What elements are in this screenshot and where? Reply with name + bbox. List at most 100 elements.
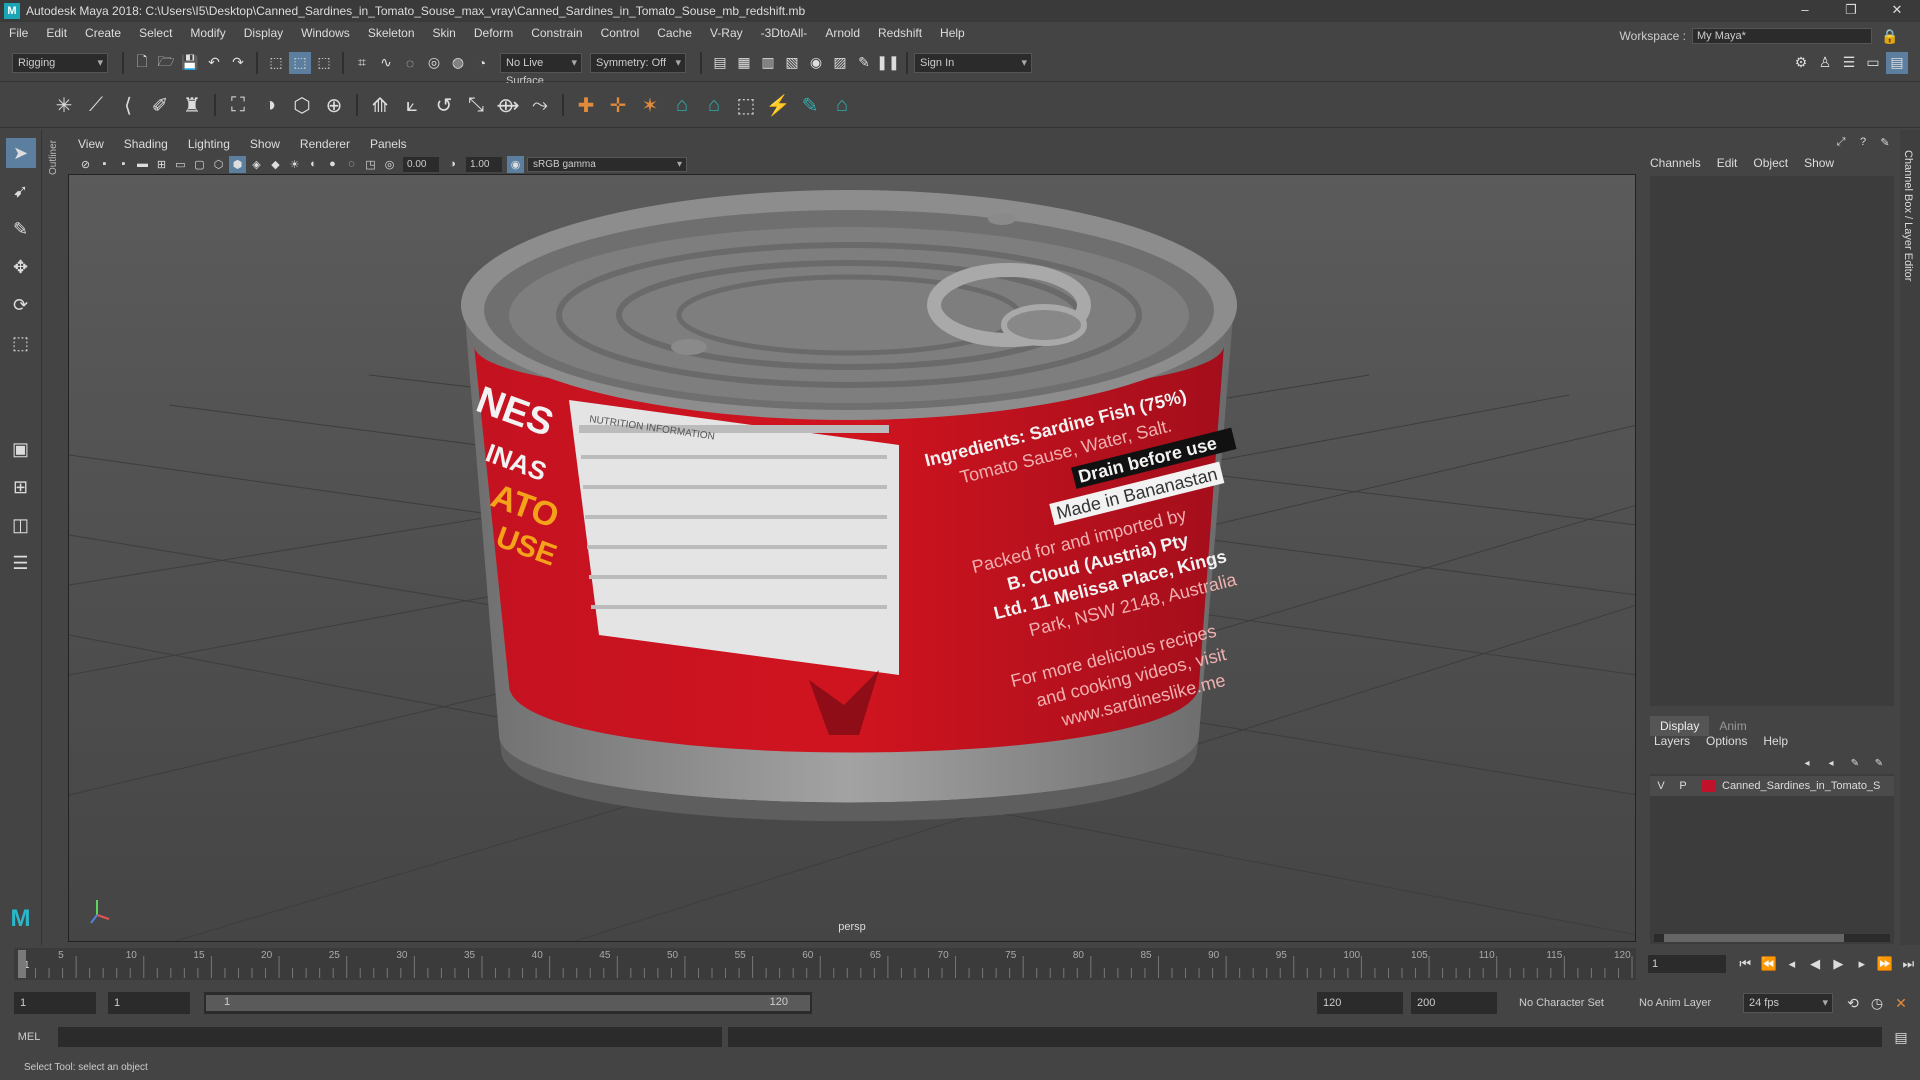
color-management-icon[interactable]: ◉ [507,155,524,173]
ipr-render-icon[interactable]: ▥ [757,52,779,74]
close-button[interactable]: ✕ [1874,0,1920,22]
viewport-menu-panels[interactable]: Panels [360,137,417,151]
viewport-menu-renderer[interactable]: Renderer [290,137,360,151]
render-view-icon[interactable]: ▦ [733,52,755,74]
paint-weights-icon[interactable]: ◑ [255,90,285,120]
redshift-icon-2[interactable]: ⌂ [699,90,729,120]
snap-curve-icon[interactable]: ∿ [375,52,397,74]
render-frame-icon[interactable]: ▤ [709,52,731,74]
script-editor-icon[interactable]: ▤ [1890,1026,1912,1048]
restore-button[interactable]: ❐ [1828,0,1874,22]
current-time-marker[interactable] [18,950,26,978]
camera-attr-icon[interactable]: ▪ [96,156,113,173]
exposure-icon[interactable]: ◎ [381,156,398,173]
channel-box-icon[interactable]: ▤ [1886,51,1908,74]
menu-3dtoall[interactable]: -3DtoAll- [752,26,817,40]
new-scene-icon[interactable]: 🗋 [131,52,153,74]
move-tool-icon[interactable]: ✥ [6,252,36,282]
film-gate-icon[interactable]: ▭ [172,156,189,173]
script-language-toggle[interactable]: MEL [0,1031,58,1043]
paint-select-icon[interactable]: ✎ [6,214,36,244]
pause-icon[interactable]: ❚❚ [876,52,899,74]
locator-icon[interactable]: ✚ [571,90,601,120]
fps-dropdown[interactable]: 24 fps [1743,993,1833,1013]
ik-spline-icon[interactable]: ⟨ [113,90,143,120]
scale-constraint-icon[interactable]: ⤡ [461,90,491,120]
channel-box-side-tab[interactable]: Channel Box / Layer Editor [1900,130,1920,945]
tool-settings-icon[interactable]: ▭ [1862,52,1884,74]
two-view-icon[interactable]: ◫ [6,510,36,540]
brush-icon[interactable]: ✎ [795,90,825,120]
textured-icon[interactable]: ◆ [267,156,284,173]
tab-anim[interactable]: Anim [1709,716,1756,736]
bookmark-icon[interactable]: ▪ [115,156,132,173]
outliner-side-tab[interactable]: Outliner [44,130,66,945]
menu-help[interactable]: Help [931,26,974,40]
range-slider[interactable]: 1 120 [204,992,812,1014]
loop-icon[interactable]: ⟲ [1842,992,1864,1014]
lattice-icon[interactable]: ⬡ [287,90,317,120]
empty-slot-icon[interactable]: ⬚ [731,90,761,120]
move-layer-down-icon[interactable]: ◂ [1823,756,1839,770]
parent-constraint-icon[interactable]: ⟰ [365,90,395,120]
layer-color-swatch[interactable] [1702,780,1716,792]
joint-tool-icon[interactable]: ✳ [49,90,79,120]
snap-view-icon[interactable]: ◎ [423,52,445,74]
options-menu[interactable]: Options [1706,734,1747,748]
scene-canvas[interactable]: NUTRITION INFORMATION NES INAS ATO USE I… [69,175,1636,942]
tab-display[interactable]: Display [1650,716,1710,736]
quick-rig-icon[interactable]: ♜ [177,90,207,120]
snap-surface-icon[interactable]: ◍ [447,52,469,74]
workspace-dropdown[interactable]: My Maya* [1692,28,1872,44]
gamma-icon[interactable]: ◑ [444,156,461,173]
step-back-frame-icon[interactable]: ◂ [1781,953,1802,975]
layer-row[interactable]: V P Canned_Sardines_in_Tomato_S [1650,776,1894,796]
menu-select[interactable]: Select [130,26,181,40]
gamma-field[interactable]: 1.00 [466,156,502,172]
scale-tool-icon[interactable]: ⬚ [6,328,36,358]
animation-prefs-icon[interactable]: ✕ [1890,992,1912,1014]
rotate-tool-icon[interactable]: ⟳ [6,290,36,320]
redshift-icon-3[interactable]: ⌂ [827,90,857,120]
four-view-icon[interactable]: ⊞ [6,472,36,502]
object-menu[interactable]: Object [1753,156,1788,170]
menu-control[interactable]: Control [592,26,649,40]
menu-windows[interactable]: Windows [292,26,359,40]
help-panel-icon[interactable]: ? [1855,134,1871,150]
move-layer-up-icon[interactable]: ◂ [1799,756,1815,770]
minimize-button[interactable]: – [1782,0,1828,22]
camera-select-icon[interactable]: ⊘ [77,156,94,173]
channels-menu[interactable]: Channels [1650,156,1701,170]
show-menu[interactable]: Show [1804,156,1834,170]
human-ik-icon[interactable]: ♙ [1814,52,1836,74]
layer-playback-toggle[interactable]: P [1672,780,1694,792]
maya-home-icon[interactable]: M [6,904,36,934]
playback-start-field[interactable]: 1 [108,992,190,1014]
layer-name[interactable]: Canned_Sardines_in_Tomato_S [1722,780,1880,792]
isolate-icon[interactable]: ◳ [362,156,379,173]
go-to-end-icon[interactable]: ⏭ [1898,953,1919,975]
menu-arnold[interactable]: Arnold [816,26,869,40]
smooth-shade-icon[interactable]: ⬢ [229,155,246,173]
menu-modify[interactable]: Modify [181,26,234,40]
save-scene-icon[interactable]: 💾 [179,52,201,74]
auto-key-icon[interactable]: ◷ [1866,992,1888,1014]
layers-menu[interactable]: Layers [1654,734,1690,748]
menu-cache[interactable]: Cache [648,26,701,40]
menu-skin[interactable]: Skin [424,26,465,40]
step-back-key-icon[interactable]: ⏪ [1758,953,1779,975]
viewport-menu-shading[interactable]: Shading [114,137,178,151]
select-hierarchy-icon[interactable]: ⬚ [265,52,287,74]
cluster-icon[interactable]: ⊕ [319,90,349,120]
menu-redshift[interactable]: Redshift [869,26,931,40]
shade-wire-icon[interactable]: ◈ [248,156,265,173]
render-settings-icon[interactable]: ▧ [781,52,803,74]
menu-skeleton[interactable]: Skeleton [359,26,424,40]
layer-scrollbar[interactable] [1654,934,1890,942]
perspective-viewport[interactable]: NUTRITION INFORMATION NES INAS ATO USE I… [68,174,1636,942]
symmetry-dropdown[interactable]: Symmetry: Off [590,52,686,73]
modeling-toolkit-icon[interactable]: ⚙ [1790,52,1812,74]
outliner-layout-icon[interactable]: ☰ [6,548,36,578]
open-scene-icon[interactable]: 🗁 [155,52,177,74]
redshift-icon-1[interactable]: ⌂ [667,90,697,120]
